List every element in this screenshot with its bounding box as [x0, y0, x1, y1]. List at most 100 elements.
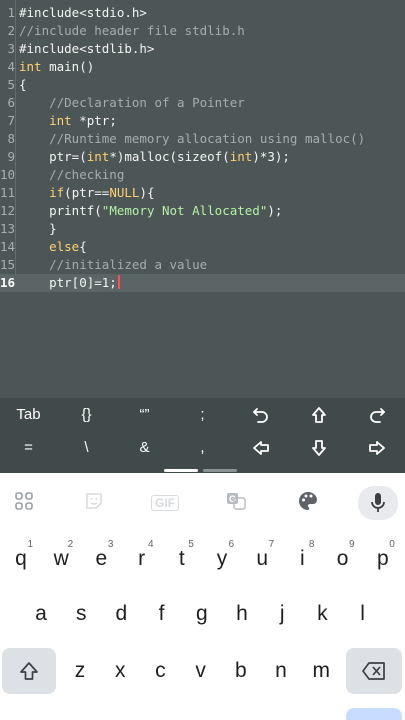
- code-line[interactable]: 10 //checking: [0, 166, 405, 184]
- key-w[interactable]: w2: [42, 536, 80, 582]
- line-number: 7: [7, 113, 15, 128]
- key-n[interactable]: n: [262, 648, 300, 694]
- key-o[interactable]: o9: [324, 536, 362, 582]
- code-token: {: [79, 239, 87, 254]
- gif-button[interactable]: GIF: [145, 490, 185, 518]
- code-token: NULL: [109, 185, 140, 200]
- key-g[interactable]: g: [183, 591, 221, 637]
- translate-icon[interactable]: G: [216, 490, 256, 518]
- code-line[interactable]: 2 //include header file stdlib.h: [0, 22, 405, 40]
- code-line[interactable]: 12 printf("Memory Not Allocated");: [0, 202, 405, 220]
- key-hint: 3: [107, 539, 114, 550]
- key-i[interactable]: i8: [283, 536, 321, 582]
- code-line[interactable]: 4 int main(): [0, 58, 405, 76]
- text-caret: [117, 275, 120, 289]
- undo-key[interactable]: [232, 398, 289, 432]
- code-token: //checking: [19, 167, 125, 182]
- code-line[interactable]: 5{: [0, 76, 405, 94]
- key-a[interactable]: a: [22, 591, 60, 637]
- key-x[interactable]: x: [101, 648, 139, 694]
- palette-icon[interactable]: [288, 490, 328, 518]
- line-number: 9: [7, 149, 15, 164]
- code-text: //initialized a value: [19, 256, 207, 274]
- key-hint: 4: [148, 539, 154, 550]
- backslash-key[interactable]: \: [58, 431, 115, 465]
- code-token: int: [19, 59, 42, 74]
- redo-key[interactable]: [348, 398, 405, 432]
- code-line[interactable]: 6 //Declaration of a Pointer: [0, 94, 405, 112]
- symbol-page-indicator: [203, 469, 237, 472]
- key-label: d: [115, 602, 128, 625]
- braces-key[interactable]: {}: [58, 398, 115, 432]
- semicolon-key[interactable]: ;: [174, 398, 231, 432]
- key-label: g: [195, 602, 208, 625]
- quotes-key[interactable]: “”: [116, 398, 173, 432]
- key-h[interactable]: h: [223, 591, 261, 637]
- key-label: a: [35, 602, 47, 625]
- key-b[interactable]: b: [222, 648, 260, 694]
- code-editor[interactable]: 1 #include<stdio.h> 2 //include header file…: [0, 0, 405, 398]
- key-hint: 1: [27, 539, 33, 550]
- arrow-left-key[interactable]: [232, 431, 289, 465]
- code-line[interactable]: 9 ptr=(int*)malloc(sizeof(int)*3);: [0, 148, 405, 166]
- code-line[interactable]: 7 int *ptr;: [0, 112, 405, 130]
- key-c[interactable]: c: [141, 648, 179, 694]
- key-label: m: [312, 659, 330, 682]
- key-label: u: [256, 547, 269, 570]
- key-f[interactable]: f: [143, 591, 181, 637]
- arrow-down-key[interactable]: [290, 431, 347, 465]
- line-number: 10: [0, 167, 16, 182]
- code-token: //initialized a value: [19, 257, 208, 272]
- equals-key[interactable]: =: [0, 431, 57, 465]
- key-p[interactable]: p0: [364, 536, 402, 582]
- code-token: //Declaration of a Pointer: [19, 95, 245, 110]
- code-token: int: [229, 149, 253, 164]
- symbol-page-indicator-active: [164, 469, 198, 472]
- key-j[interactable]: j: [263, 591, 301, 637]
- key-q[interactable]: q1: [2, 536, 40, 582]
- key-y[interactable]: y6: [203, 536, 241, 582]
- code-line[interactable]: 14 else{: [0, 238, 405, 256]
- code-line[interactable]: 8 //Runtime memory allocation using mall…: [0, 130, 405, 148]
- backslash-key-label: \: [84, 439, 89, 456]
- key-d[interactable]: d: [102, 591, 140, 637]
- key-hint: 9: [349, 539, 355, 550]
- key-u[interactable]: u7: [243, 536, 281, 582]
- key-v[interactable]: v: [182, 648, 220, 694]
- code-text: //checking: [19, 166, 124, 184]
- key-e[interactable]: e3: [82, 536, 120, 582]
- code-line[interactable]: 13 }: [0, 220, 405, 238]
- backspace-key[interactable]: [346, 648, 402, 694]
- key-m[interactable]: m: [302, 648, 340, 694]
- key-k[interactable]: k: [303, 591, 341, 637]
- code-token: int: [86, 149, 110, 164]
- tab-key[interactable]: Tab: [0, 398, 57, 432]
- line-number: 15: [0, 257, 16, 272]
- arrow-up-key[interactable]: [290, 398, 347, 432]
- shift-key[interactable]: [2, 648, 56, 694]
- comma-key[interactable]: ,: [174, 431, 231, 465]
- key-t[interactable]: t5: [163, 536, 201, 582]
- key-l[interactable]: l: [344, 591, 382, 637]
- apps-grid-icon[interactable]: [4, 490, 44, 518]
- key-z[interactable]: z: [61, 648, 99, 694]
- code-text: //include header file stdlib.h: [19, 22, 245, 40]
- enter-key[interactable]: [346, 708, 402, 720]
- ampersand-key[interactable]: &: [116, 431, 173, 465]
- code-line-active[interactable]: 16 ptr[0]=1;: [0, 274, 405, 292]
- arrow-right-key[interactable]: [348, 431, 405, 465]
- code-token: *ptr;: [71, 113, 117, 128]
- key-s[interactable]: s: [62, 591, 100, 637]
- key-label: p: [376, 547, 389, 570]
- code-line[interactable]: 1 #include<stdio.h>: [0, 4, 405, 22]
- code-text: #include<stdio.h>: [19, 4, 147, 22]
- code-line[interactable]: 3 #include<stdlib.h>: [0, 40, 405, 58]
- code-line[interactable]: 11 if(ptr==NULL){: [0, 184, 405, 202]
- key-r[interactable]: r4: [123, 536, 161, 582]
- key-label: i: [300, 547, 305, 570]
- symbol-toolbar: Tab {} “”; = \ &,: [0, 398, 405, 473]
- code-line[interactable]: 15 //initialized a value: [0, 256, 405, 274]
- sticker-icon[interactable]: [74, 490, 114, 518]
- microphone-icon[interactable]: [358, 486, 398, 520]
